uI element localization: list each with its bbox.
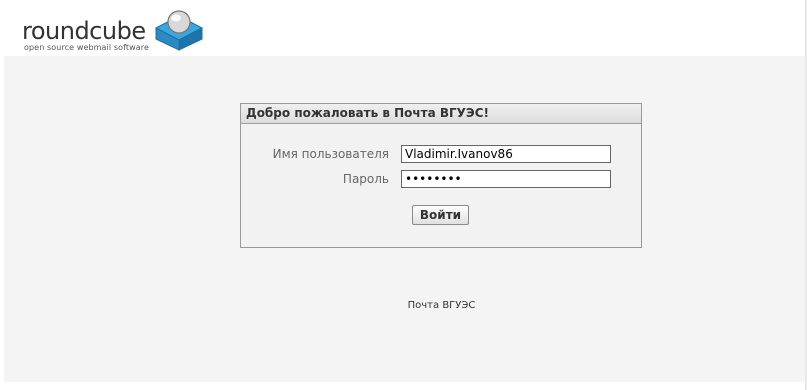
password-input[interactable] [401, 170, 611, 188]
username-input[interactable] [401, 145, 611, 163]
logo-tagline: open source webmail software [24, 43, 149, 52]
username-label: Имя пользователя [272, 147, 389, 161]
login-panel: Добро пожаловать в Почта ВГУЭС! Имя поль… [240, 103, 642, 248]
username-row: Имя пользователя [241, 145, 641, 163]
roundcube-logo: roundcube open source webmail software [20, 6, 210, 56]
login-title: Добро пожаловать в Почта ВГУЭС! [241, 104, 641, 124]
footer-text: Почта ВГУЭС [407, 300, 476, 311]
password-label: Пароль [342, 172, 389, 186]
login-button[interactable]: Войти [412, 205, 469, 225]
password-row: Пароль [241, 170, 641, 188]
roundcube-cube-icon [154, 10, 204, 51]
logo-wordmark: roundcube [22, 17, 146, 45]
